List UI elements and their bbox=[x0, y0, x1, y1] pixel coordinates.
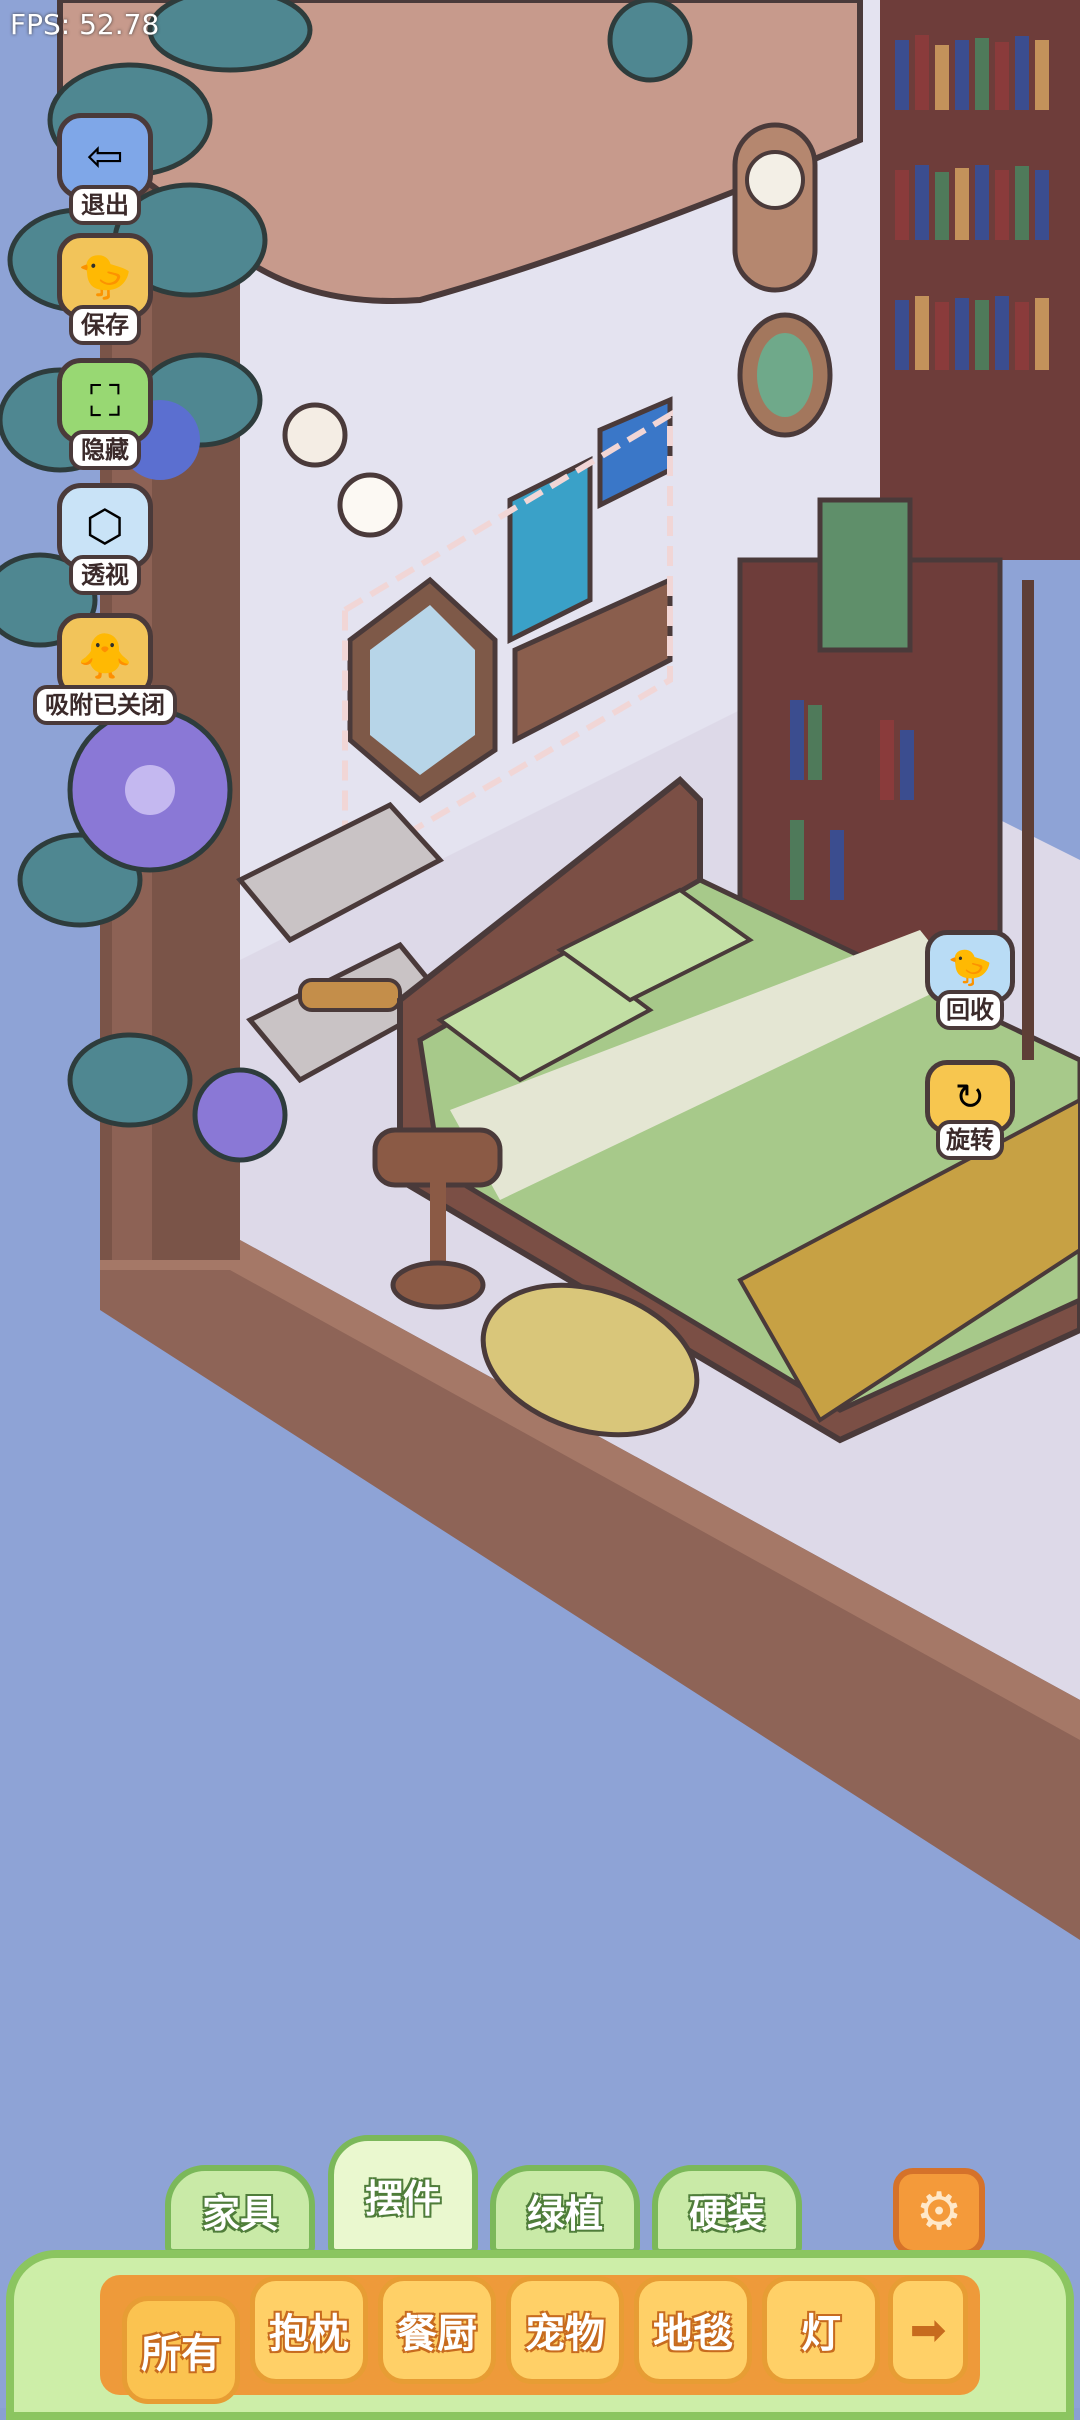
perspective-button[interactable]: ⬡ 透视 bbox=[40, 475, 170, 595]
subcat-lamps[interactable]: 灯 bbox=[762, 2276, 880, 2384]
snap-label: 吸附已关闭 bbox=[33, 685, 177, 725]
save-label: 保存 bbox=[69, 305, 141, 345]
rotate-button[interactable]: ↻ 旋转 bbox=[915, 1050, 1025, 1160]
rotate-label: 旋转 bbox=[936, 1120, 1004, 1160]
fps-counter: FPS: 52.78 bbox=[10, 8, 160, 41]
hide-button[interactable]: ⛶ 隐藏 bbox=[40, 350, 170, 470]
tab-hard-decor[interactable]: 硬装 bbox=[652, 2165, 802, 2255]
subcat-pillows[interactable]: 抱枕 bbox=[250, 2276, 368, 2384]
recycle-button[interactable]: 🐤 回收 bbox=[915, 920, 1025, 1030]
exit-label: 退出 bbox=[69, 185, 141, 225]
arrow-right-icon: ➡ bbox=[909, 2304, 947, 2356]
subcat-pets[interactable]: 宠物 bbox=[506, 2276, 624, 2384]
save-button[interactable]: 🐤 保存 bbox=[40, 225, 170, 345]
subcat-kitchen[interactable]: 餐厨 bbox=[378, 2276, 496, 2384]
perspective-label: 透视 bbox=[69, 555, 141, 595]
subcat-all[interactable]: 所有 bbox=[122, 2296, 240, 2404]
recycle-label: 回收 bbox=[936, 990, 1004, 1030]
next-page-button[interactable]: ➡ bbox=[888, 2276, 968, 2384]
tab-plants[interactable]: 绿植 bbox=[490, 2165, 640, 2255]
hide-label: 隐藏 bbox=[69, 430, 141, 470]
exit-button[interactable]: ⇦ 退出 bbox=[40, 105, 170, 225]
subcat-rugs[interactable]: 地毯 bbox=[634, 2276, 752, 2384]
snap-toggle-button[interactable]: 🐥 吸附已关闭 bbox=[30, 605, 180, 725]
gear-icon: ⚙ bbox=[915, 2182, 963, 2242]
tab-ornaments[interactable]: 摆件 bbox=[328, 2135, 478, 2255]
tab-furniture[interactable]: 家具 bbox=[165, 2165, 315, 2255]
settings-button[interactable]: ⚙ bbox=[893, 2168, 985, 2256]
